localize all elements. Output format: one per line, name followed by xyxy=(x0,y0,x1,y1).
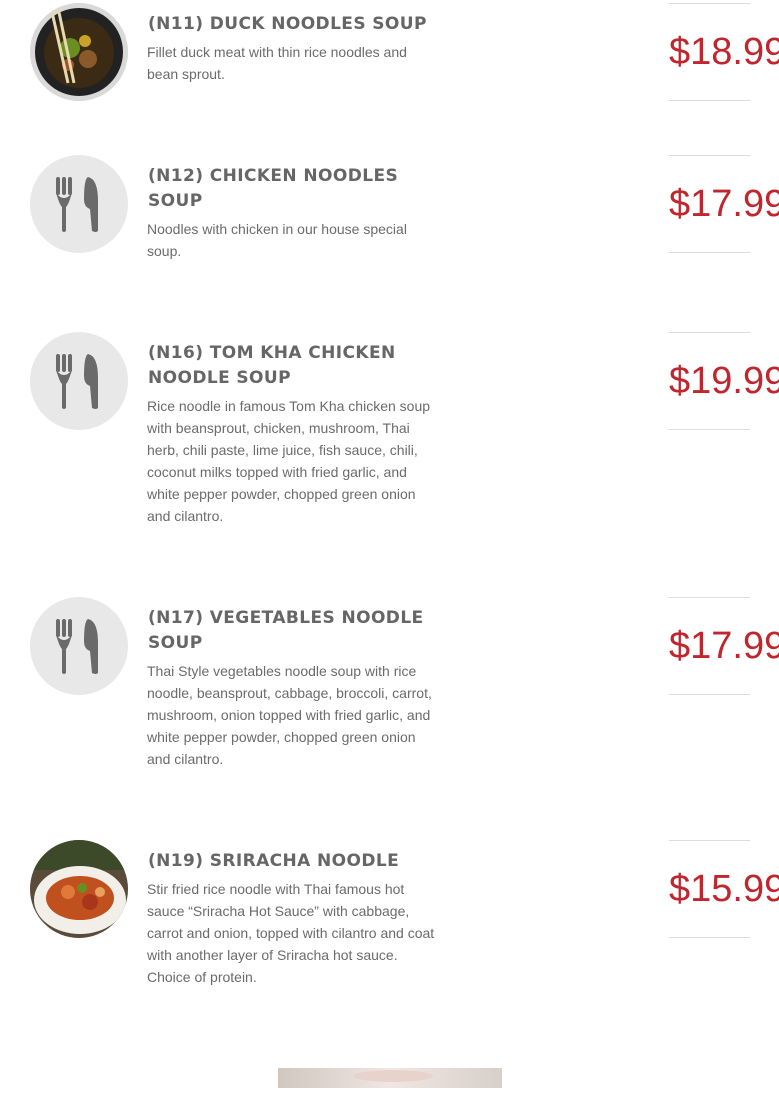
menu-item-description: Thai Style vegetables noodle soup with r… xyxy=(147,663,432,767)
menu-item-title: (N12) CHICKEN NOODLES SOUP xyxy=(148,166,399,211)
menu-item-price-box: $19.99 xyxy=(669,332,779,430)
menu-item-price-box: $17.99 xyxy=(669,597,779,695)
menu-item-price: $19.99 xyxy=(669,360,779,402)
menu-item-price: $15.99 xyxy=(669,868,779,910)
fork-knife-icon xyxy=(30,155,128,253)
menu-item-description: Rice noodle in famous Tom Kha chicken so… xyxy=(147,398,431,524)
menu-item-description: Fillet duck meat with thin rice noodles … xyxy=(147,44,407,82)
menu-item-price: $17.99 xyxy=(669,625,779,667)
menu-item-description: Noodles with chicken in our house specia… xyxy=(147,221,407,259)
menu-item-price-box: $17.99 xyxy=(669,155,779,253)
menu-item-description: Stir fried rice noodle with Thai famous … xyxy=(147,881,435,985)
duck-noodle-soup-photo xyxy=(30,3,128,101)
menu-item-title: (N16) TOM KHA CHICKEN NOODLE SOUP xyxy=(148,343,396,388)
fork-knife-icon xyxy=(30,597,128,695)
menu-item-price-box: $18.99 xyxy=(669,3,779,101)
food-photo-banner xyxy=(278,1068,502,1088)
sriracha-noodle-photo xyxy=(30,840,128,938)
fork-knife-icon xyxy=(30,332,128,430)
menu-item-title: (N11) DUCK NOODLES SOUP xyxy=(148,14,427,34)
menu-item-title: (N17) VEGETABLES NOODLE SOUP xyxy=(148,608,424,653)
menu-item-title: (N19) SRIRACHA NOODLE xyxy=(148,851,400,871)
menu-item-price-box: $15.99 xyxy=(669,840,779,938)
menu-item-price: $17.99 xyxy=(669,183,779,225)
menu-item-price: $18.99 xyxy=(669,31,779,73)
